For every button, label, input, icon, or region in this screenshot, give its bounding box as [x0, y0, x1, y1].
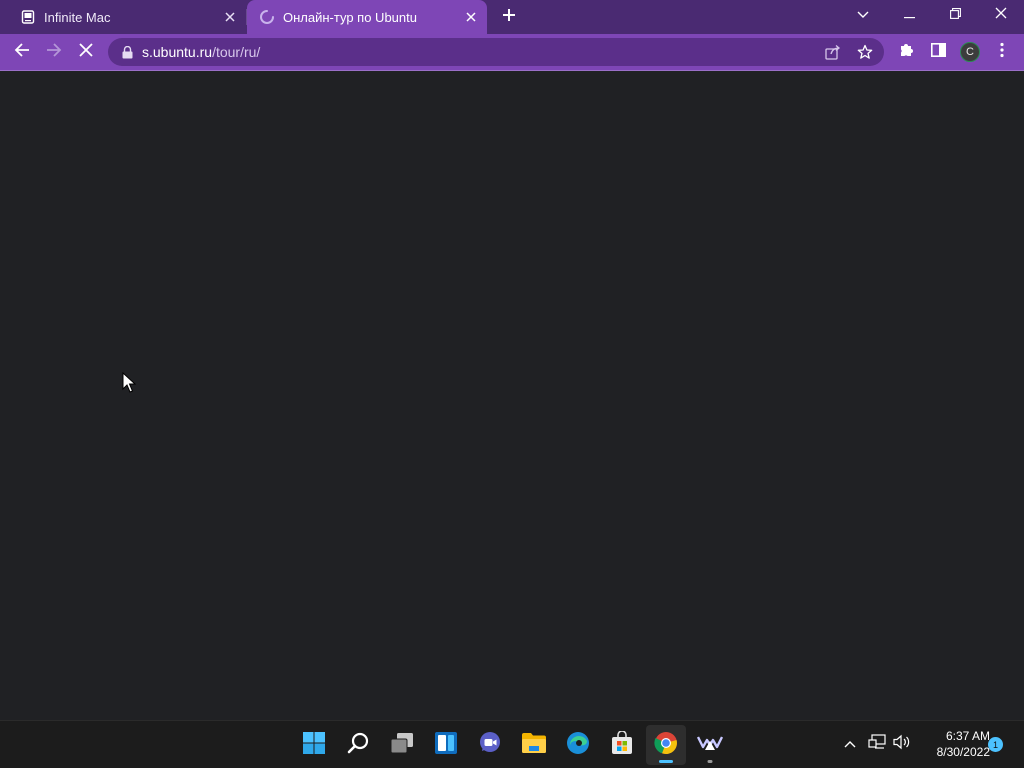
restore-button[interactable]: [932, 0, 978, 30]
tab-infinite-mac[interactable]: Infinite Mac: [0, 0, 246, 34]
app-button[interactable]: [690, 725, 730, 765]
edge-icon: [566, 731, 590, 760]
menu-button[interactable]: [988, 38, 1016, 66]
restore-icon: [949, 6, 961, 24]
clock-date: 8/30/2022: [936, 745, 990, 759]
chrome-button[interactable]: [646, 725, 686, 765]
address-bar[interactable]: s.ubuntu.ru/tour/ru/: [108, 38, 884, 66]
extensions-button[interactable]: [892, 38, 920, 66]
tab-title: Онлайн-тур по Ubuntu: [283, 9, 417, 25]
chevron-up-icon: [844, 735, 856, 753]
taskbar: 6:37 AM 8/30/2022 1: [0, 720, 1024, 768]
chevron-down-icon: [857, 6, 869, 24]
profile-avatar[interactable]: C: [960, 42, 980, 62]
close-icon: [995, 6, 1007, 24]
share-icon[interactable]: [825, 44, 841, 60]
close-window-button[interactable]: [978, 0, 1024, 30]
browser-toolbar: s.ubuntu.ru/tour/ru/ C: [0, 34, 1024, 70]
notification-badge[interactable]: 1: [988, 737, 1003, 752]
widgets-icon: [434, 731, 458, 760]
clock[interactable]: 6:37 AM 8/30/2022: [918, 728, 990, 760]
volume-button[interactable]: [891, 733, 913, 755]
store-icon: [610, 729, 634, 760]
tab-strip: Infinite Mac Онлайн-тур по Ubuntu: [0, 0, 1024, 34]
file-explorer-button[interactable]: [514, 725, 554, 765]
lock-icon[interactable]: [120, 45, 134, 59]
url-host: s.ubuntu.ru: [142, 44, 213, 60]
network-icon: [868, 733, 886, 755]
loading-spinner-icon: [259, 9, 275, 25]
windows-start-icon: [302, 731, 326, 760]
star-icon[interactable]: [857, 44, 873, 60]
stop-loading-icon: [79, 42, 93, 62]
tab-ubuntu-tour[interactable]: Онлайн-тур по Ubuntu: [247, 0, 487, 34]
tab-search-button[interactable]: [840, 0, 886, 30]
network-button[interactable]: [866, 733, 888, 755]
tray-overflow-button[interactable]: [839, 733, 861, 755]
new-tab-icon: [502, 8, 516, 27]
store-button[interactable]: [602, 725, 642, 765]
new-tab-button[interactable]: [498, 6, 520, 28]
edge-button[interactable]: [558, 725, 598, 765]
task-view-icon: [389, 732, 415, 759]
start-button[interactable]: [294, 725, 334, 765]
search-icon: [346, 731, 370, 760]
chrome-icon: [654, 731, 678, 760]
infinite-mac-favicon-icon: [20, 9, 36, 25]
kebab-menu-icon: [1000, 42, 1004, 63]
forward-button[interactable]: [40, 38, 68, 66]
task-view-button[interactable]: [382, 725, 422, 765]
url-path: /tour/ru/: [212, 44, 261, 60]
side-panel-button[interactable]: [924, 38, 952, 66]
running-indicator: [707, 760, 713, 763]
chat-button[interactable]: [470, 725, 510, 765]
minimize-icon: [903, 6, 915, 24]
search-button[interactable]: [338, 725, 378, 765]
url-text[interactable]: s.ubuntu.ru/tour/ru/: [142, 44, 260, 60]
running-indicator: [659, 760, 673, 763]
back-button[interactable]: [8, 38, 36, 66]
close-tab-icon[interactable]: [463, 9, 479, 25]
clock-time: 6:37 AM: [945, 729, 990, 743]
stop-button[interactable]: [72, 38, 100, 66]
folder-icon: [521, 732, 547, 759]
back-arrow-icon: [14, 42, 30, 63]
mouse-cursor-icon: [122, 372, 136, 393]
close-tab-icon[interactable]: [222, 9, 238, 25]
forward-arrow-icon: [46, 42, 62, 63]
chat-icon: [478, 731, 502, 760]
side-panel-icon: [930, 42, 946, 62]
speaker-icon: [893, 734, 911, 755]
minimize-button[interactable]: [886, 0, 932, 30]
tab-title: Infinite Mac: [44, 9, 111, 25]
puzzle-icon: [898, 42, 914, 63]
widgets-button[interactable]: [426, 725, 466, 765]
page-content[interactable]: [0, 71, 1024, 720]
winamp-like-icon: [696, 734, 724, 757]
